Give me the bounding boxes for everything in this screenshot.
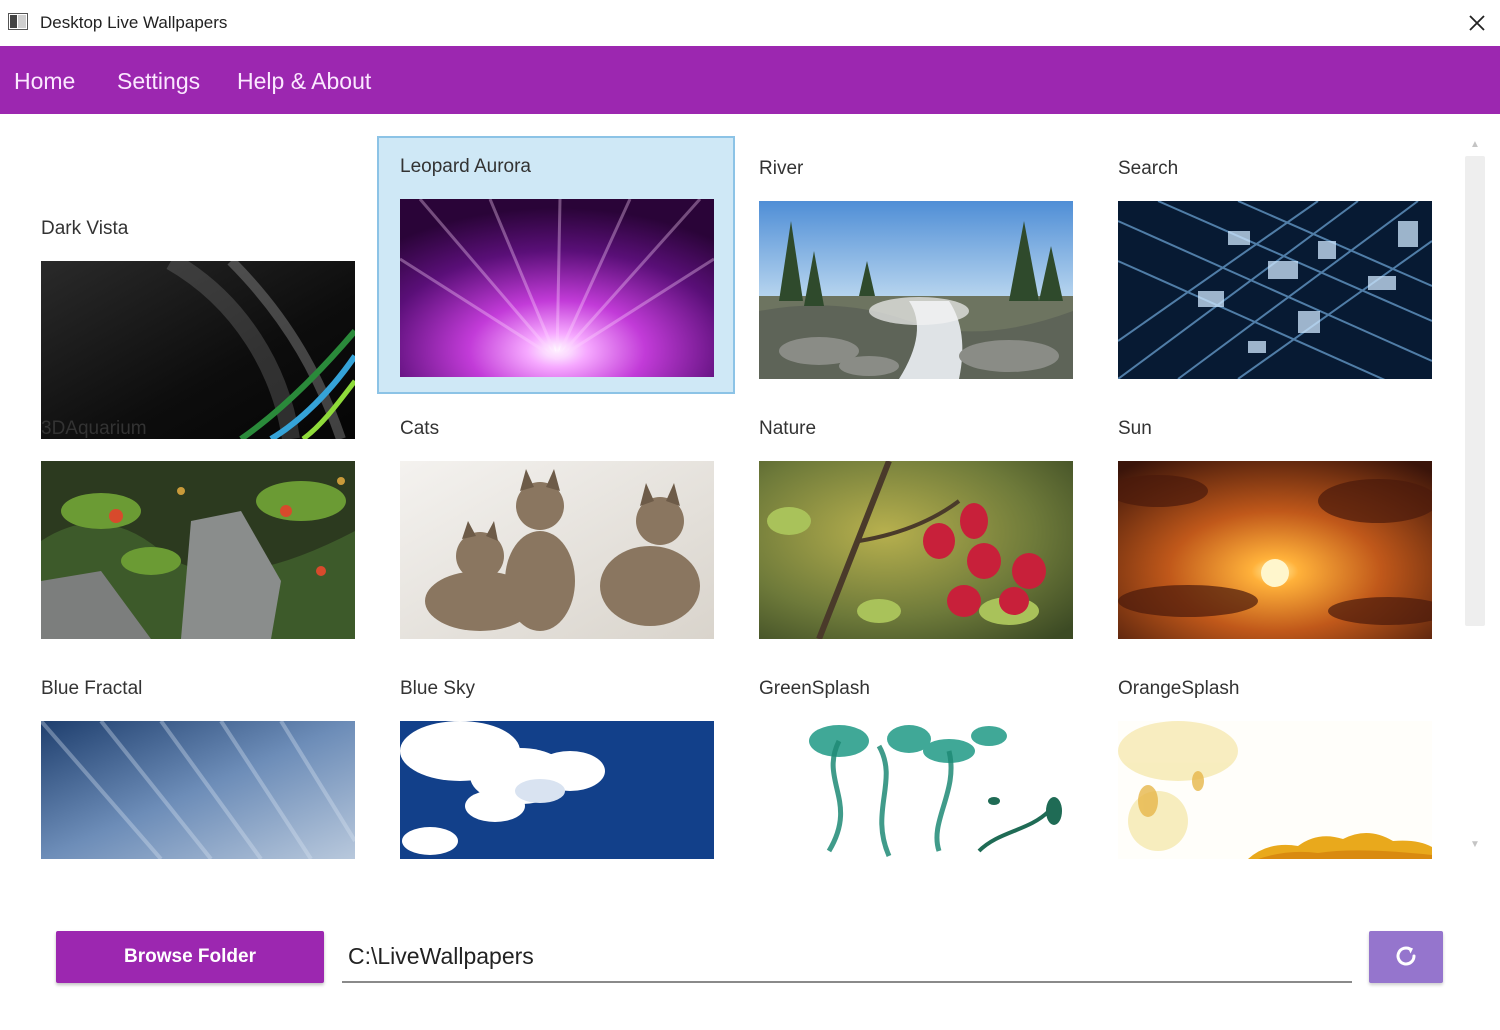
title-bar: Desktop Live Wallpapers bbox=[0, 0, 1500, 47]
wallpaper-label: GreenSplash bbox=[759, 678, 870, 699]
scroll-up-arrow-icon[interactable]: ▲ bbox=[1468, 138, 1482, 152]
wallpaper-tile-orangesplash[interactable]: OrangeSplash bbox=[1095, 658, 1453, 916]
wallpaper-tile-search[interactable]: Search bbox=[1095, 138, 1453, 396]
wallpaper-label: Blue Sky bbox=[400, 678, 475, 699]
wallpaper-thumbnail bbox=[1118, 721, 1432, 899]
wallpaper-label: Dark Vista bbox=[41, 218, 129, 239]
browse-folder-button[interactable]: Browse Folder bbox=[56, 931, 324, 983]
nav-home[interactable]: Home bbox=[14, 46, 75, 114]
scroll-down-arrow-icon[interactable]: ▼ bbox=[1468, 838, 1482, 852]
refresh-button[interactable] bbox=[1369, 931, 1443, 983]
close-icon[interactable] bbox=[1454, 0, 1500, 46]
wallpaper-thumbnail bbox=[759, 721, 1073, 899]
wallpaper-label: OrangeSplash bbox=[1118, 678, 1240, 699]
wallpaper-thumbnail bbox=[41, 721, 355, 899]
wallpaper-tile-river[interactable]: River bbox=[736, 138, 1094, 396]
nav-settings[interactable]: Settings bbox=[117, 46, 200, 114]
nav-bar: Home Settings Help & About bbox=[0, 46, 1500, 114]
wallpaper-tile-nature[interactable]: Nature bbox=[736, 398, 1094, 656]
wallpaper-label: Leopard Aurora bbox=[400, 156, 531, 177]
wallpaper-thumbnail bbox=[400, 199, 714, 377]
wallpaper-thumbnail bbox=[41, 461, 355, 639]
wallpaper-label: 3DAquarium bbox=[41, 418, 147, 439]
nav-help-about[interactable]: Help & About bbox=[237, 46, 371, 114]
wallpaper-thumbnail bbox=[1118, 461, 1432, 639]
wallpaper-label: Sun bbox=[1118, 418, 1152, 439]
wallpaper-tile-leopard-aurora[interactable]: Leopard Aurora bbox=[377, 136, 735, 394]
refresh-icon bbox=[1393, 943, 1419, 972]
wallpaper-thumbnail bbox=[400, 461, 714, 639]
window-title: Desktop Live Wallpapers bbox=[40, 13, 228, 32]
wallpaper-tile-cats[interactable]: Cats bbox=[377, 398, 735, 656]
vertical-scrollbar[interactable]: ▲ ▼ bbox=[1462, 134, 1488, 860]
wallpaper-tile-sun[interactable]: Sun bbox=[1095, 398, 1453, 656]
wallpaper-label: Cats bbox=[400, 418, 440, 439]
wallpaper-label: Nature bbox=[759, 418, 817, 439]
folder-path-input[interactable] bbox=[342, 931, 1352, 983]
wallpaper-thumbnail bbox=[759, 461, 1073, 639]
wallpaper-thumbnail bbox=[400, 721, 714, 899]
app-icon bbox=[8, 13, 28, 30]
wallpaper-label: River bbox=[759, 158, 804, 179]
wallpaper-tile-blue-sky[interactable]: Blue Sky bbox=[377, 658, 735, 916]
wallpaper-tile-blue-fractal[interactable]: Blue Fractal bbox=[18, 658, 376, 916]
wallpaper-tile-3daquarium[interactable]: 3DAquarium bbox=[18, 398, 376, 656]
wallpaper-thumbnail bbox=[1118, 201, 1432, 379]
wallpaper-label: Search bbox=[1118, 158, 1179, 179]
wallpaper-grid: Dark Vista Leopard Aurora River Search 3… bbox=[0, 114, 1460, 904]
wallpaper-thumbnail bbox=[759, 201, 1073, 379]
scroll-thumb[interactable] bbox=[1465, 156, 1485, 626]
wallpaper-tile-greensplash[interactable]: GreenSplash bbox=[736, 658, 1094, 916]
wallpaper-label: Blue Fractal bbox=[41, 678, 143, 699]
